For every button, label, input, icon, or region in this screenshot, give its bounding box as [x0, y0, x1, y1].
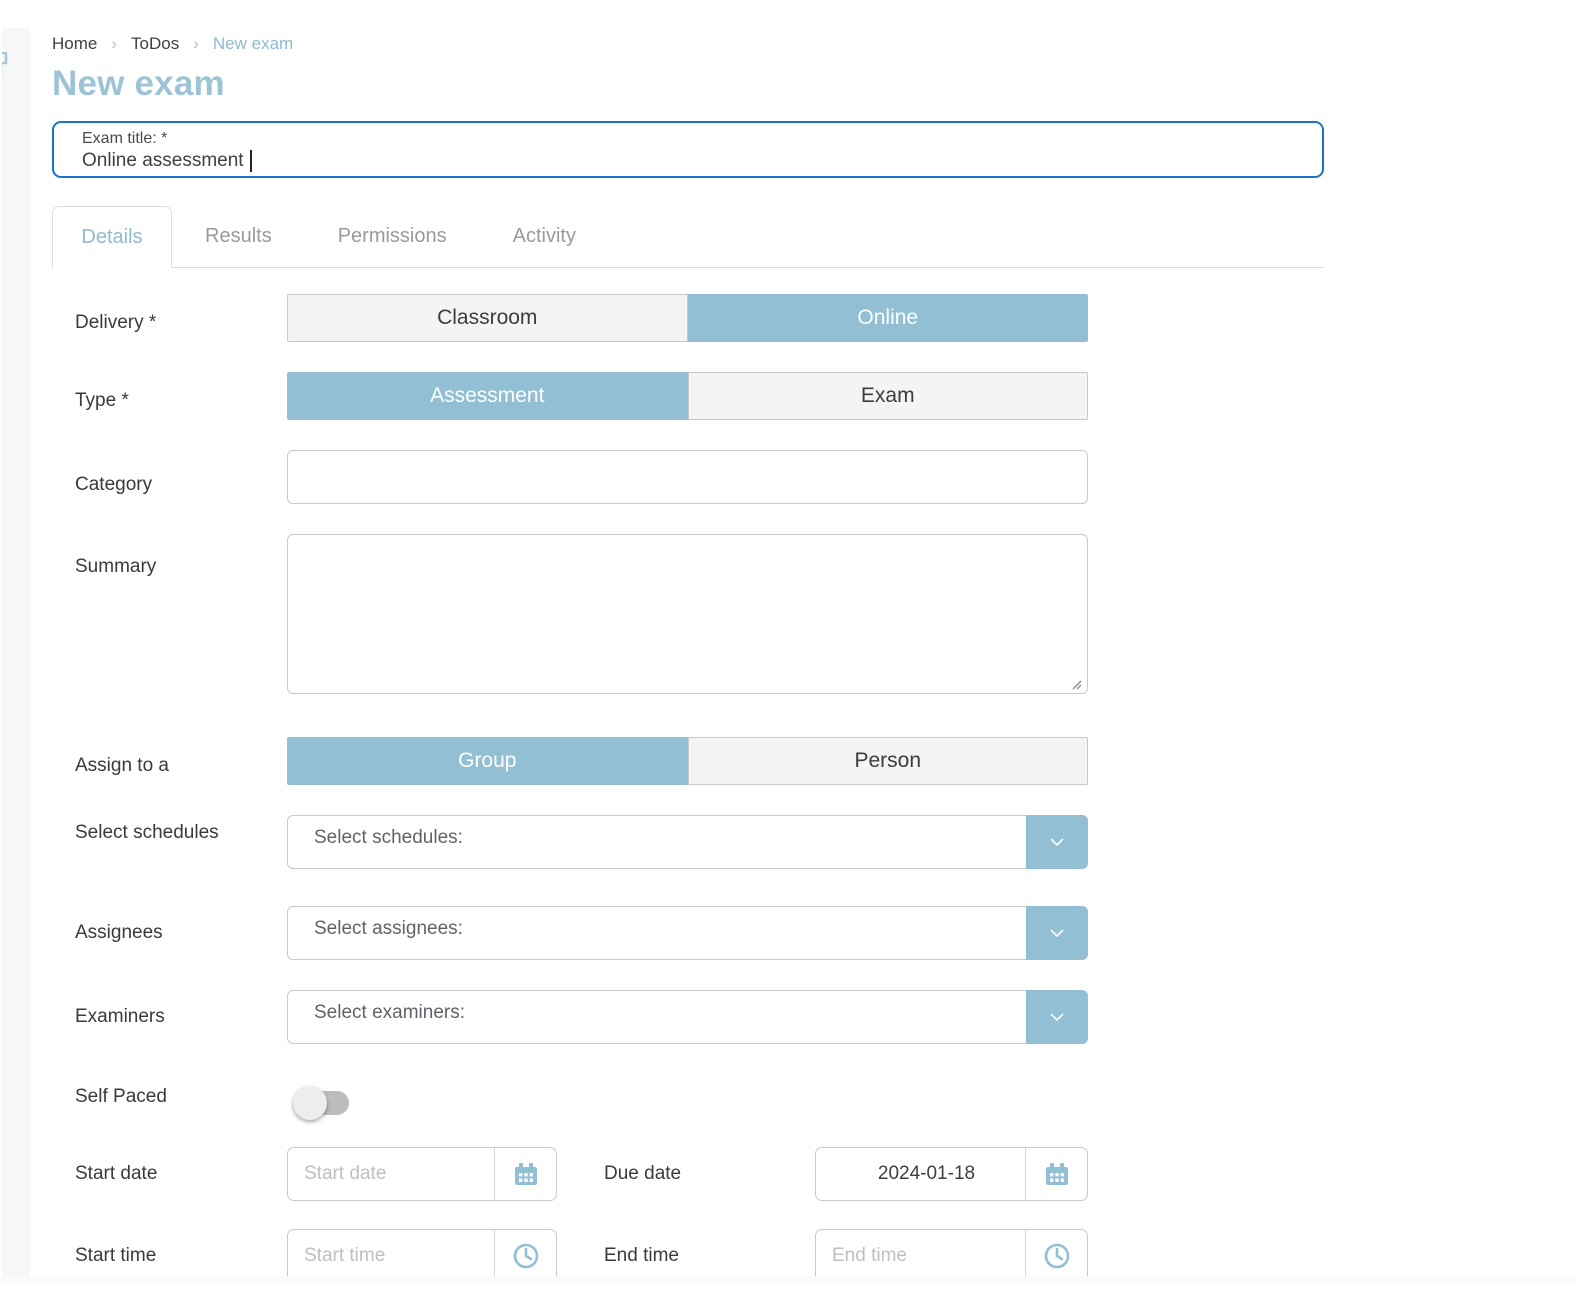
schedules-dropdown-button[interactable] [1026, 815, 1088, 869]
tab-permissions[interactable]: Permissions [305, 205, 480, 267]
assign-option-group[interactable]: Group [287, 737, 688, 785]
breadcrumb-todos[interactable]: ToDos [131, 34, 179, 54]
calendar-icon [1042, 1159, 1072, 1189]
end-time-picker [815, 1229, 1088, 1283]
start-date-calendar-button[interactable] [494, 1148, 556, 1200]
calendar-icon [511, 1159, 541, 1189]
text-cursor [250, 150, 252, 172]
type-label: Type * [75, 372, 287, 420]
examiners-label: Examiners [75, 990, 287, 1044]
tab-bar: Details Results Permissions Activity [52, 204, 1324, 268]
delivery-label: Delivery * [75, 294, 287, 342]
start-date-picker [287, 1147, 557, 1201]
page-title: New exam [52, 64, 1324, 104]
exam-title-field[interactable]: Exam title: * Online assessment [52, 121, 1324, 178]
type-segmented-control: Assessment Exam [287, 372, 1088, 420]
time-row: Start time End time [75, 1229, 1324, 1283]
type-option-assessment[interactable]: Assessment [287, 372, 688, 420]
delivery-row: Delivery * Classroom Online [75, 294, 1324, 342]
due-date-label: Due date [604, 1147, 815, 1201]
exam-title-value[interactable]: Online assessment [82, 149, 1294, 173]
delivery-option-online[interactable]: Online [688, 294, 1089, 342]
start-date-label: Start date [75, 1147, 287, 1201]
delivery-option-classroom[interactable]: Classroom [287, 294, 688, 342]
type-row: Type * Assessment Exam [75, 372, 1324, 420]
exam-title-text: Online assessment [82, 149, 244, 173]
schedules-placeholder: Select schedules: [314, 827, 463, 849]
breadcrumb-home[interactable]: Home [52, 34, 97, 54]
summary-label: Summary [75, 534, 287, 699]
resize-handle-icon[interactable] [1070, 678, 1082, 690]
summary-textarea[interactable] [287, 534, 1088, 694]
examiners-dropdown[interactable]: Select examiners: [287, 990, 1088, 1044]
tab-activity[interactable]: Activity [480, 205, 609, 267]
breadcrumb: Home › ToDos › New exam [52, 34, 1324, 54]
toggle-knob [293, 1086, 327, 1120]
exam-title-label: Exam title: * [82, 129, 1294, 149]
summary-row: Summary [75, 534, 1324, 699]
sitemap-icon [2, 52, 18, 86]
self-paced-label: Self Paced [75, 1074, 287, 1115]
assignees-placeholder: Select assignees: [314, 918, 463, 940]
end-time-clock-button[interactable] [1025, 1230, 1087, 1282]
chevron-down-icon [1045, 921, 1069, 945]
assignees-label: Assignees [75, 906, 287, 960]
due-date-picker [815, 1147, 1088, 1201]
clock-icon [1041, 1240, 1073, 1272]
exam-details-form: Delivery * Classroom Online Type * Asses… [52, 294, 1324, 1283]
assignees-dropdown[interactable]: Select assignees: [287, 906, 1088, 960]
chevron-right-icon: › [111, 34, 117, 54]
select-schedules-label: Select schedules [75, 815, 287, 869]
end-time-label: End time [604, 1229, 815, 1283]
category-input[interactable] [287, 450, 1088, 504]
start-time-label: Start time [75, 1229, 287, 1283]
due-date-calendar-button[interactable] [1025, 1148, 1087, 1200]
tab-results[interactable]: Results [172, 205, 305, 267]
start-time-picker [287, 1229, 557, 1283]
self-paced-toggle[interactable] [297, 1091, 349, 1115]
examiners-dropdown-button[interactable] [1026, 990, 1088, 1044]
chevron-right-icon: › [193, 34, 199, 54]
assign-to-segmented-control: Group Person [287, 737, 1088, 785]
end-time-input[interactable] [816, 1230, 1014, 1282]
chevron-down-icon [1045, 1005, 1069, 1029]
start-date-input[interactable] [288, 1148, 486, 1200]
assign-option-person[interactable]: Person [688, 737, 1089, 785]
tab-details[interactable]: Details [52, 206, 172, 268]
examiners-row: Examiners Select examiners: [75, 990, 1324, 1044]
type-option-exam[interactable]: Exam [688, 372, 1089, 420]
assignees-dropdown-button[interactable] [1026, 906, 1088, 960]
assignees-row: Assignees Select assignees: [75, 906, 1324, 960]
start-time-input[interactable] [288, 1230, 486, 1282]
chevron-down-icon [1045, 830, 1069, 854]
breadcrumb-new-exam: New exam [213, 34, 293, 54]
self-paced-row: Self Paced [75, 1074, 1324, 1115]
category-label: Category [75, 450, 287, 504]
schedules-dropdown[interactable]: Select schedules: [287, 815, 1088, 869]
clock-icon [510, 1240, 542, 1272]
assign-to-row: Assign to a Group Person [75, 737, 1324, 785]
collapsed-sidebar[interactable] [2, 28, 30, 1277]
date-row: Start date Due [75, 1147, 1324, 1201]
select-schedules-row: Select schedules Select schedules: [75, 815, 1324, 869]
due-date-input[interactable] [816, 1148, 1021, 1200]
category-row: Category [75, 450, 1324, 504]
examiners-placeholder: Select examiners: [314, 1002, 465, 1024]
assign-to-label: Assign to a [75, 737, 287, 785]
page-bottom-strip [0, 1276, 1576, 1284]
delivery-segmented-control: Classroom Online [287, 294, 1088, 342]
start-time-clock-button[interactable] [494, 1230, 556, 1282]
main-content: Home › ToDos › New exam New exam Exam ti… [52, 0, 1324, 1311]
